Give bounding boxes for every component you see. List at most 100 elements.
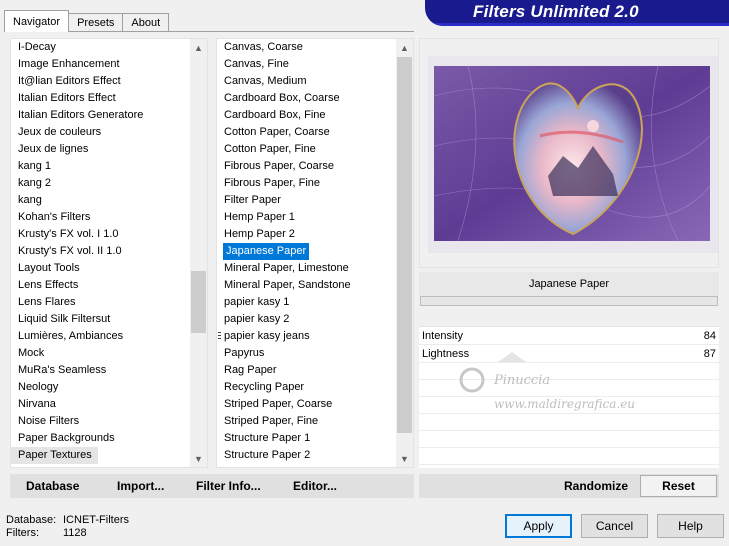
filter-row: Recycling Paper (217, 379, 396, 396)
category-row: I-Decay (11, 39, 190, 56)
param-value: 84 (703, 329, 716, 342)
category-row: Lens Effects (11, 277, 190, 294)
category-item[interactable]: Krusty's FX vol. II 1.0 (11, 243, 190, 260)
filter-scroll-thumb[interactable] (397, 57, 412, 433)
category-item[interactable]: Pattern Generators (11, 464, 190, 467)
filter-item[interactable]: Canvas, Fine (217, 56, 396, 73)
filter-item[interactable]: Rag Paper (217, 362, 396, 379)
filter-item[interactable]: Cardboard Box, Fine (217, 107, 396, 124)
category-row: Neology (11, 379, 190, 396)
filter-item[interactable]: Cotton Paper, Coarse (217, 124, 396, 141)
filter-scrollbar[interactable]: ▲ ▼ (396, 39, 413, 467)
filter-list[interactable]: Canvas, Coarse Canvas, Fine Canvas, Medium… (216, 38, 414, 468)
category-item[interactable]: kang 1 (11, 158, 190, 175)
category-item[interactable]: Lumières, Ambiances (11, 328, 190, 345)
filter-row: Structure Paper 2 (217, 447, 396, 464)
category-item[interactable]: Image Enhancement (11, 56, 190, 73)
filter-item[interactable]: Canvas, Medium (217, 73, 396, 90)
category-row: Layout Tools (11, 260, 190, 277)
category-row: kang 1 (11, 158, 190, 175)
category-item[interactable]: Liquid Silk Filtersut (11, 311, 190, 328)
category-item[interactable]: Paper Backgrounds (11, 430, 190, 447)
filter-item[interactable]: Papyrus (217, 345, 396, 362)
apply-button[interactable]: Apply (505, 514, 572, 538)
filter-item[interactable]: Striped Paper, Coarse (217, 396, 396, 413)
category-item[interactable]: It@lian Editors Effect (11, 73, 190, 90)
category-item[interactable]: Krusty's FX vol. I 1.0 (11, 226, 190, 243)
category-item[interactable]: Italian Editors Generatore (11, 107, 190, 124)
filter-item[interactable]: Structure Paper 1 (217, 430, 396, 447)
filter-item[interactable]: Canvas, Coarse (217, 39, 396, 56)
category-row: Paper Backgrounds (11, 430, 190, 447)
filter-item[interactable]: Structure Paper 2 (217, 447, 396, 464)
filter-row: Mineral Paper, Sandstone (217, 277, 396, 294)
filter-row: Striped Paper, Fine (217, 413, 396, 430)
filter-item[interactable]: Cotton Paper, Fine (217, 141, 396, 158)
tab-navigator[interactable]: Navigator (4, 10, 70, 32)
cancel-button[interactable]: Cancel (581, 514, 648, 538)
filter-item[interactable]: Cardboard Box, Coarse (217, 90, 396, 107)
filter-item[interactable]: papier kasy jeans (217, 328, 396, 345)
filter-list-items: Canvas, Coarse Canvas, Fine Canvas, Medium… (217, 39, 396, 467)
tab-presets[interactable]: Presets (68, 13, 124, 32)
parameter-list: Intensity 84 Lightness 87 (419, 326, 719, 468)
category-item[interactable]: Italian Editors Effect (11, 90, 190, 107)
param-intensity[interactable]: Intensity 84 (419, 327, 719, 345)
filter-item[interactable]: Mineral Paper, Sandstone (217, 277, 396, 294)
category-item[interactable]: MuRa's Seamless (11, 362, 190, 379)
category-item[interactable]: Mock (11, 345, 190, 362)
help-button[interactable]: Help (657, 514, 724, 538)
filter-row: Hemp Paper 1 (217, 209, 396, 226)
filter-item[interactable]: papier kasy 1 (217, 294, 396, 311)
category-item[interactable]: kang 2 (11, 175, 190, 192)
scroll-up-icon[interactable]: ▲ (396, 39, 413, 56)
editor-button[interactable]: Editor... (293, 479, 337, 493)
filter-row: Striped Paper, Coarse (217, 396, 396, 413)
randomize-button[interactable]: Randomize (564, 479, 628, 493)
import-button[interactable]: Import... (117, 479, 164, 493)
tab-about[interactable]: About (122, 13, 170, 32)
preset-bar: Randomize Reset (419, 474, 719, 498)
category-row: Jeux de couleurs (11, 124, 190, 141)
category-scroll-thumb[interactable] (191, 271, 206, 333)
scroll-down-icon[interactable]: ▼ (396, 450, 413, 467)
category-scrollbar[interactable]: ▲ ▼ (190, 39, 207, 467)
database-button[interactable]: Database (26, 479, 79, 493)
filter-item[interactable]: Hemp Paper 2 (217, 226, 396, 243)
category-item[interactable]: Kohan's Filters (11, 209, 190, 226)
category-item[interactable]: Jeux de lignes (11, 141, 190, 158)
category-list[interactable]: I-Decay Image Enhancement It@lian Editors … (10, 38, 208, 468)
param-empty-row (419, 431, 719, 448)
filter-item[interactable]: Striped Paper, Fine (217, 413, 396, 430)
filter-info-button[interactable]: Filter Info... (196, 479, 261, 493)
category-row: Lens Flares (11, 294, 190, 311)
category-row: Noise Filters (11, 413, 190, 430)
category-item[interactable]: Jeux de couleurs (11, 124, 190, 141)
scroll-down-icon[interactable]: ▼ (190, 450, 207, 467)
filter-item[interactable]: Fibrous Paper, Coarse (217, 158, 396, 175)
category-item[interactable]: Lens Flares (11, 294, 190, 311)
filter-row: papier kasy 1 (217, 294, 396, 311)
filter-item[interactable]: Mineral Paper, Limestone (217, 260, 396, 277)
reset-button[interactable]: Reset (640, 475, 717, 497)
selected-filter-name: Japanese Paper (419, 272, 719, 296)
category-item[interactable]: Neology (11, 379, 190, 396)
category-item[interactable]: Nirvana (11, 396, 190, 413)
filter-item[interactable]: Recycling Paper (217, 379, 396, 396)
filter-item[interactable]: Japanese Paper (223, 243, 310, 260)
category-item[interactable]: Paper Textures (11, 447, 98, 464)
filter-item[interactable]: Filter Paper (217, 192, 396, 209)
param-lightness[interactable]: Lightness 87 (419, 345, 719, 363)
category-item[interactable]: kang (11, 192, 190, 209)
filter-item[interactable]: Fibrous Paper, Fine (217, 175, 396, 192)
category-item[interactable]: Layout Tools (11, 260, 190, 277)
category-item[interactable]: Noise Filters (11, 413, 190, 430)
category-list-items: I-Decay Image Enhancement It@lian Editors … (11, 39, 190, 467)
filter-item[interactable]: Hemp Paper 1 (217, 209, 396, 226)
filter-item[interactable]: Structure Paper 3 (217, 464, 396, 467)
category-item[interactable]: I-Decay (11, 39, 190, 56)
param-label: Intensity (422, 329, 463, 342)
filter-item[interactable]: papier kasy 2 (217, 311, 396, 328)
category-item[interactable]: Lens Effects (11, 277, 190, 294)
scroll-up-icon[interactable]: ▲ (190, 39, 207, 56)
